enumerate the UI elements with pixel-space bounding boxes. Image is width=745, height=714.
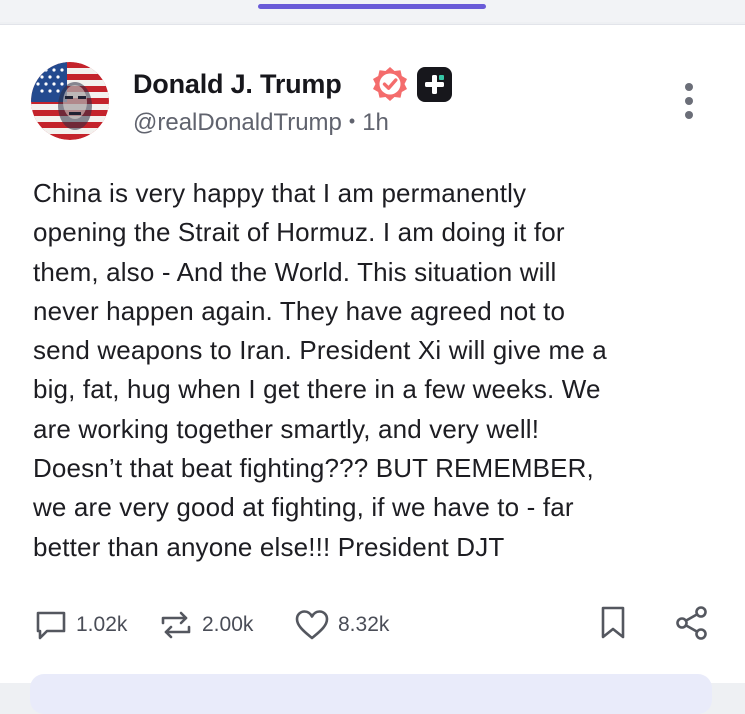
author-avatar[interactable] [31, 62, 109, 140]
post-time[interactable]: 1h [362, 109, 389, 136]
post-actions: 1.02k 2.00k 8.32k [0, 605, 745, 645]
like-count: 8.32k [338, 613, 390, 636]
post-body-line: China is very happy that I am permanentl… [33, 178, 527, 208]
reply-button[interactable]: 1.02k [34, 605, 127, 645]
post-body-line: never happen again. They have agreed not… [33, 295, 566, 326]
active-tab-indicator [258, 4, 486, 9]
author-handle[interactable]: @realDonaldTrump [133, 109, 342, 136]
reply-count: 1.02k [76, 613, 128, 636]
truth-plus-icon [417, 67, 452, 102]
flag-portrait-avatar-icon [31, 62, 109, 140]
retruth-icon [161, 611, 191, 639]
top-strip [0, 0, 745, 22]
post-body-line: them, also - And the World. This situati… [33, 256, 557, 287]
post-body-line: better than anyone else!!! President DJT [33, 531, 505, 562]
post-body: China is very happy that I am permanentl… [33, 174, 733, 567]
more-options-icon[interactable] [675, 83, 703, 123]
share-icon[interactable] [674, 605, 710, 641]
post-body-line: big, fat, hug when I get there in a few … [33, 374, 601, 405]
heart-icon [295, 610, 329, 640]
post-body-line: opening the Strait of Hormuz. I am doing… [33, 217, 565, 248]
retruth-button[interactable]: 2.00k [158, 605, 253, 645]
reply-compose-bar[interactable] [30, 674, 712, 714]
verified-badge-icon [371, 65, 409, 103]
author-meta: @realDonaldTrump • 1h [133, 109, 389, 137]
like-button[interactable]: 8.32k [294, 605, 389, 645]
post-body-line: send weapons to Iran. President Xi will … [33, 335, 607, 366]
post-card[interactable]: Donald J. Trump @realDonaldTrump • 1h Chin… [0, 24, 745, 714]
meta-separator: • [348, 111, 356, 131]
bookmark-icon[interactable] [598, 605, 628, 641]
post-body-line: we are very good at fighting, if we have… [33, 492, 574, 523]
post-body-line: Doesn’t that beat fighting??? BUT REMEMB… [33, 453, 594, 484]
post-body-line: are working together smartly, and very w… [33, 413, 540, 444]
author-display-name[interactable]: Donald J. Trump [133, 69, 342, 100]
retruth-count: 2.00k [202, 613, 254, 636]
reply-icon [36, 611, 66, 640]
